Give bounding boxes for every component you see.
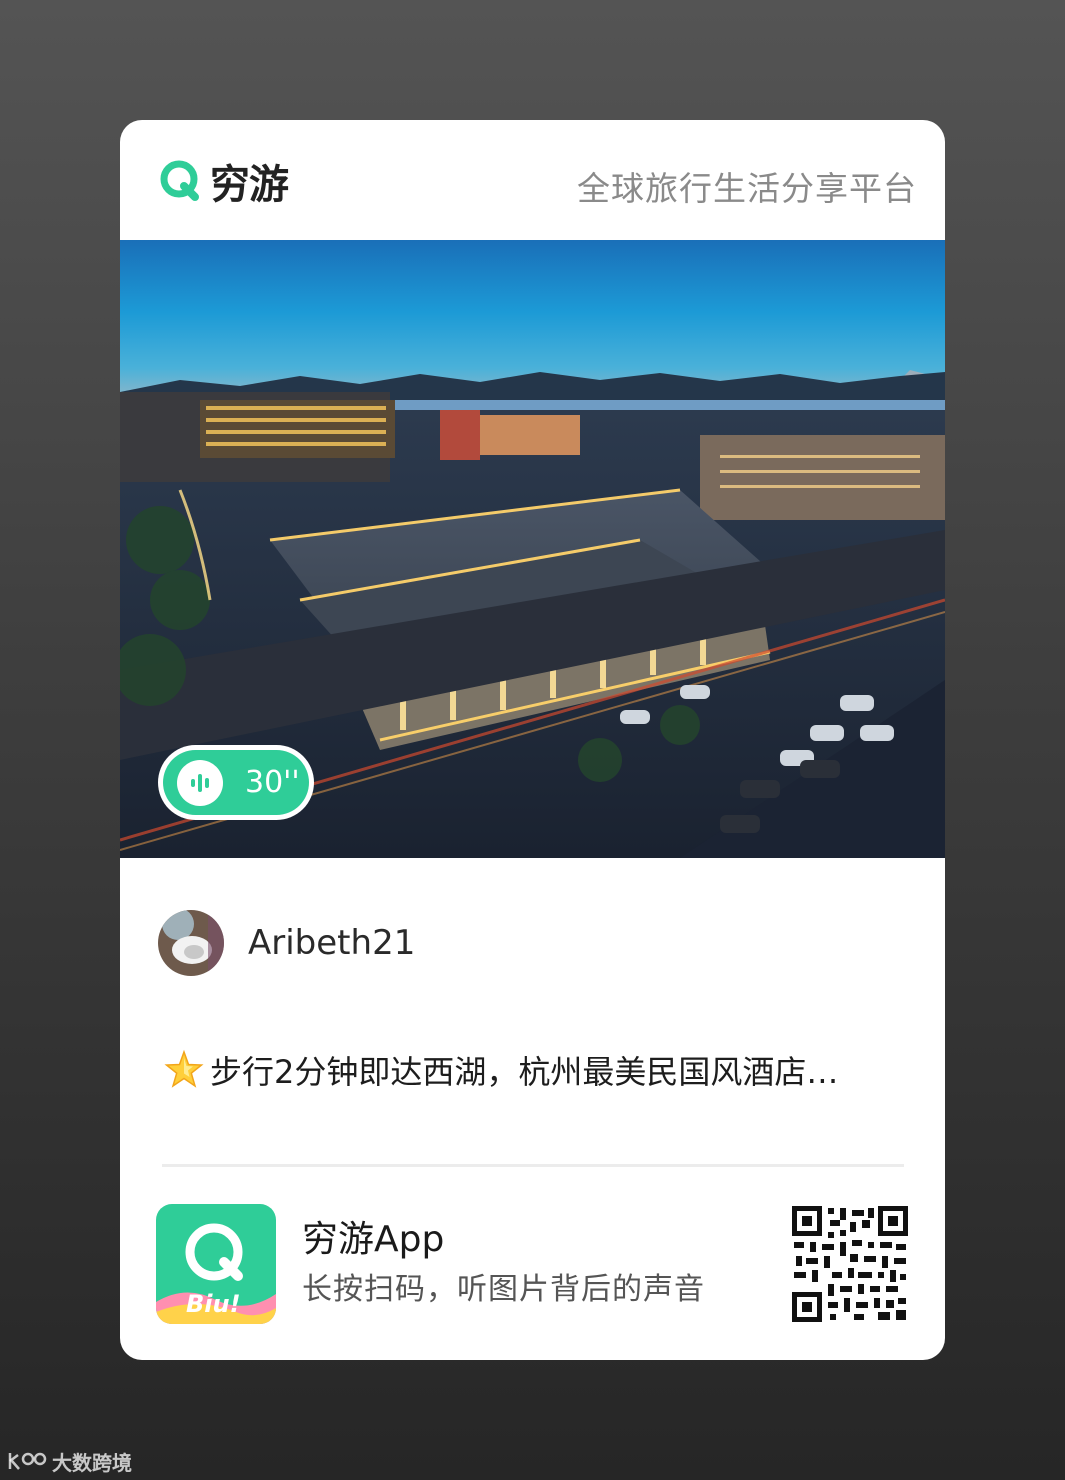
brand-logo: 穷游 xyxy=(158,156,289,208)
app-icon-label: Biu! xyxy=(186,1290,241,1318)
audio-duration: 30'' xyxy=(245,765,300,800)
audio-pill-body: 30'' xyxy=(163,750,309,815)
voice-wave-icon xyxy=(177,759,223,806)
divider xyxy=(162,1164,904,1167)
brand-name: 穷游 xyxy=(210,162,289,208)
app-name: 穷游App xyxy=(302,1219,445,1260)
post-title[interactable]: 步行2分钟即达西湖，杭州最美民国风酒店… xyxy=(162,1045,922,1095)
watermark: 大数跨境 xyxy=(6,1444,132,1478)
watermark-logo-icon xyxy=(8,1452,47,1470)
qyer-logo-icon xyxy=(160,160,199,201)
card-header: 穷游 全球旅行生活分享平台 xyxy=(120,120,945,240)
app-icon: Biu! xyxy=(156,1204,276,1324)
tagline: 全球旅行生活分享平台 xyxy=(577,169,917,208)
star-emoji-icon xyxy=(164,1049,204,1088)
author-row[interactable]: Aribeth21 xyxy=(158,910,415,976)
post-title-text: 步行2分钟即达西湖，杭州最美民国风酒店… xyxy=(210,1053,839,1091)
app-description: 长按扫码，听图片背后的声音 xyxy=(302,1272,705,1307)
avatar[interactable] xyxy=(158,910,224,976)
hotel-photo: 30'' xyxy=(120,240,945,858)
share-card: 穷游 全球旅行生活分享平台 30'' Aribeth21 步行2分钟即达西湖，杭… xyxy=(120,120,945,1360)
username[interactable]: Aribeth21 xyxy=(248,923,415,963)
qr-code[interactable] xyxy=(792,1206,908,1322)
watermark-text: 大数跨境 xyxy=(52,1450,132,1475)
audio-play-button[interactable]: 30'' xyxy=(158,745,314,820)
